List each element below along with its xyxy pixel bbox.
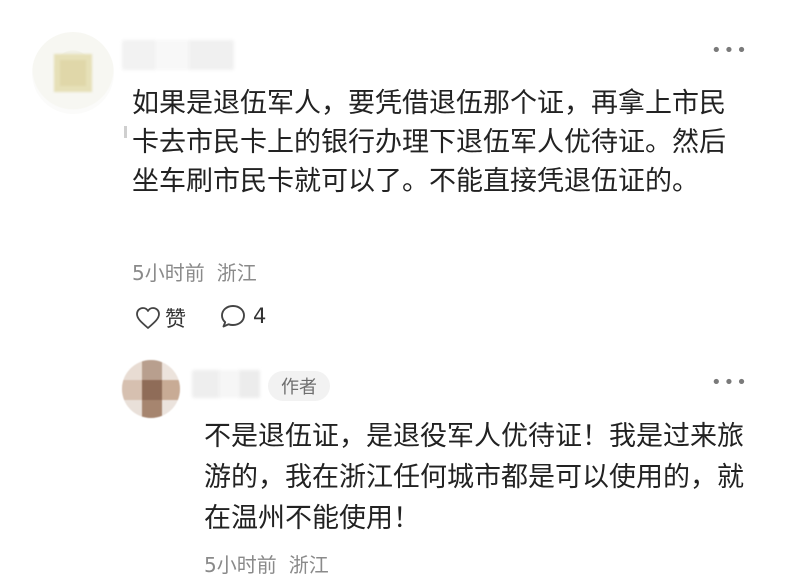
commenter-username-blurred[interactable] <box>122 40 234 70</box>
comment-reply-button[interactable]: 4 <box>219 303 266 329</box>
comment-time: 5小时前 <box>132 261 205 285</box>
reply-text: 不是退伍证，是退役军人优待证！我是过来旅游的，我在浙江任何城市都是可以使用的，就… <box>204 421 744 534</box>
reply-time: 5小时前 <box>204 553 277 577</box>
reply-meta: 5小时前 浙江 <box>204 549 329 578</box>
like-label: 赞 <box>165 307 186 331</box>
speech-bubble-icon <box>221 305 245 328</box>
author-badge: 作者 <box>268 371 330 401</box>
comment-meta: 5小时前 浙江 <box>132 257 257 286</box>
more-options-icon[interactable]: ••• <box>711 42 749 60</box>
redaction-mark <box>124 126 127 138</box>
reply-avatar[interactable] <box>122 360 180 418</box>
reply-more-options-icon[interactable]: ••• <box>711 374 749 392</box>
reply-username-blurred[interactable] <box>192 370 260 398</box>
commenter-avatar[interactable] <box>32 32 114 114</box>
reply-location: 浙江 <box>288 553 329 577</box>
like-button[interactable]: 赞 <box>135 303 186 333</box>
heart-outline-icon <box>136 307 160 329</box>
comment-location: 浙江 <box>216 261 257 285</box>
reply-count: 4 <box>253 304 267 328</box>
comment-text: 如果是退伍军人，要凭借退伍那个证，再拿上市民卡去市民卡上的银行办理下退伍军人优待… <box>132 88 726 197</box>
